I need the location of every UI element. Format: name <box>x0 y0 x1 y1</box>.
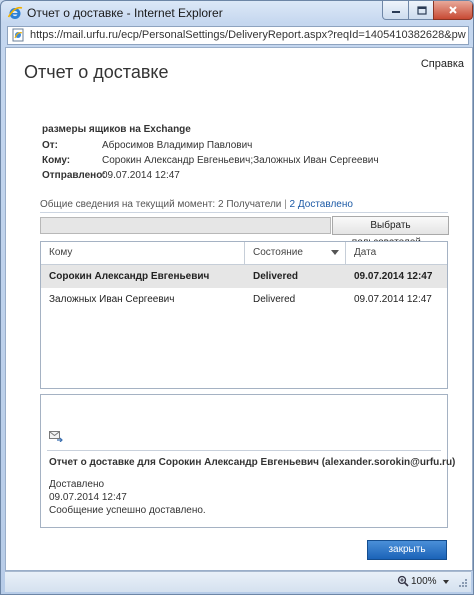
select-users-button[interactable]: Выбрать пользователей... <box>332 216 449 248</box>
row-date: 09.07.2014 12:47 <box>354 294 432 305</box>
details-message: Сообщение успешно доставлено. <box>49 505 206 516</box>
to-value: Сорокин Александр Евгеньевич;Заложных Ив… <box>102 155 379 166</box>
delivered-count-link[interactable]: 2 Доставлено <box>290 199 353 210</box>
column-header-status-label: Состояние <box>253 247 303 258</box>
table-header: Кому Состояние Дата <box>41 242 447 265</box>
to-label: Кому: <box>42 155 71 166</box>
page-icon <box>12 28 24 42</box>
status-bar: 100% <box>5 571 471 592</box>
to-row: Кому: Сорокин Александр Евгеньевич;Заложн… <box>42 155 379 166</box>
row-status: Delivered <box>253 271 299 282</box>
column-header-date[interactable]: Дата <box>346 242 447 264</box>
zoom-level[interactable]: 100% <box>411 576 437 587</box>
address-bar[interactable]: https://mail.urfu.ru/ecp/PersonalSetting… <box>7 26 469 45</box>
row-status: Delivered <box>253 294 296 305</box>
details-status: Доставлено <box>49 479 105 490</box>
delivery-details-pane: Отчет о доставке для Сорокин Александр Е… <box>40 394 455 528</box>
sent-row: Отправлено:09.07.2014 12:47 <box>42 170 180 181</box>
from-label: От: <box>42 140 59 151</box>
delivery-summary: Общие сведения на текущий момент: 2 Полу… <box>40 199 448 213</box>
close-icon <box>449 6 457 14</box>
close-button[interactable]: закрыть <box>367 540 447 560</box>
minimize-button[interactable] <box>382 1 410 20</box>
from-value: Абросимов Владимир Павлович <box>102 140 253 151</box>
recipient-filter-box[interactable] <box>40 217 331 234</box>
summary-label: Общие сведения на текущий момент: <box>40 199 216 210</box>
page-content: Справка Отчет о доставке размеры ящиков … <box>5 47 473 571</box>
sent-value: 09.07.2014 12:47 <box>102 170 180 181</box>
summary-separator: | <box>284 199 287 210</box>
page-title: Отчет о доставке <box>24 62 169 82</box>
row-date: 09.07.2014 12:47 <box>354 271 433 282</box>
maximize-button[interactable] <box>408 1 435 20</box>
zoom-icon[interactable] <box>397 575 409 587</box>
recipients-count[interactable]: 2 Получатели <box>218 199 281 210</box>
table-row[interactable]: Сорокин Александр Евгеньевич Delivered 0… <box>41 265 447 288</box>
from-row: От: Абросимов Владимир Павлович <box>42 140 252 151</box>
browser-window: Отчет о доставке - Internet Explorer htt… <box>0 0 474 595</box>
details-divider <box>47 450 441 451</box>
details-title: Отчет о доставке для Сорокин Александр Е… <box>49 457 456 468</box>
resize-grip-icon[interactable] <box>458 578 468 588</box>
sent-label: Отправлено: <box>42 170 106 181</box>
table-row[interactable]: Заложных Иван Сергеевич Delivered 09.07.… <box>41 288 447 311</box>
row-recipient: Сорокин Александр Евгеньевич <box>49 271 210 282</box>
details-date: 09.07.2014 12:47 <box>49 492 127 503</box>
sort-descending-icon <box>331 250 339 255</box>
internet-explorer-icon <box>7 6 23 19</box>
close-window-button[interactable] <box>433 1 473 20</box>
maximize-icon <box>416 5 427 15</box>
message-subject: размеры ящиков на Exchange <box>42 124 191 135</box>
recipients-table: Кому Состояние Дата Сорокин Александр Ев… <box>40 241 448 389</box>
address-url[interactable]: https://mail.urfu.ru/ecp/PersonalSetting… <box>30 29 466 41</box>
column-header-status[interactable]: Состояние <box>245 242 346 264</box>
title-bar[interactable]: Отчет о доставке - Internet Explorer <box>1 1 473 25</box>
zoom-dropdown-icon[interactable] <box>443 580 449 584</box>
window-title: Отчет о доставке - Internet Explorer <box>27 6 223 20</box>
minimize-icon <box>392 11 400 13</box>
column-header-to[interactable]: Кому <box>41 242 245 264</box>
help-link[interactable]: Справка <box>421 58 464 70</box>
message-forward-icon <box>49 431 63 442</box>
row-recipient: Заложных Иван Сергеевич <box>49 294 175 305</box>
